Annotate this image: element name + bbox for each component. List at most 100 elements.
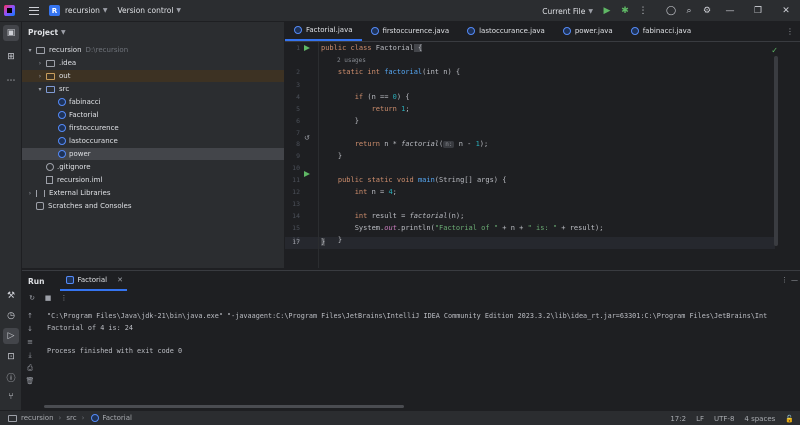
terminal-tool-icon[interactable]: ⊡ [3, 349, 19, 365]
settings-icon[interactable]: ⚙ [698, 0, 716, 22]
soft-wrap-icon[interactable]: ≡ [25, 337, 35, 347]
console-scrollbar[interactable] [44, 405, 404, 408]
tab-firstoccurence[interactable]: firstoccurence.java [362, 21, 459, 41]
more-tools-icon[interactable]: ⋯ [3, 73, 19, 89]
tab-label: fabinacci.java [642, 27, 692, 35]
close-icon[interactable]: ✕ [772, 0, 800, 22]
collapse-arrow-icon[interactable]: › [36, 73, 44, 80]
editor-scrollbar[interactable] [774, 56, 778, 246]
line-separator[interactable]: LF [696, 415, 704, 423]
run-panel: Run Factorial ✕ ⋮ — ↻ ■ ⋮ ↑ ↓ ≡ ⤓ ⎙ 🗑 "C… [22, 270, 800, 410]
tree-item-fabinacci[interactable]: fabinacci [22, 96, 284, 108]
breadcrumb: recursion › src › Factorial [4, 414, 132, 422]
run-class-icon[interactable] [304, 45, 310, 51]
line-number: 4 [296, 93, 300, 101]
debug-icon[interactable]: ✱ [616, 0, 634, 22]
line-number: 10 [292, 164, 300, 172]
more-icon[interactable]: ⋮ [58, 292, 70, 304]
tree-item-src[interactable]: ▾ src [22, 83, 284, 95]
tab-factorial[interactable]: Factorial.java [285, 21, 362, 41]
profile-icon[interactable]: ◯ [662, 0, 680, 22]
rerun-icon[interactable]: ↻ [26, 292, 38, 304]
scroll-up-icon[interactable]: ↑ [25, 311, 35, 321]
breadcrumb-item[interactable]: Factorial [102, 414, 132, 422]
tree-item-idea[interactable]: › .idea [22, 57, 284, 69]
expand-arrow-icon[interactable]: ▾ [26, 47, 34, 54]
project-badge[interactable]: R [49, 5, 60, 16]
tree-item-gitignore[interactable]: .gitignore [22, 161, 284, 173]
vcs-switcher[interactable]: Version control ▼ [112, 0, 186, 22]
tree-item-label: fabinacci [69, 98, 101, 106]
line-number: 8 [296, 140, 300, 148]
tree-root[interactable]: ▾ recursion D:\recursion [22, 44, 284, 56]
lock-icon[interactable]: 🔓 [785, 415, 794, 423]
folder-icon [8, 414, 17, 422]
java-class-icon [294, 26, 302, 34]
project-name: recursion [65, 6, 100, 15]
java-class-icon [58, 98, 66, 106]
restore-icon[interactable]: ❐ [744, 0, 772, 22]
minimize-panel-icon[interactable]: — [791, 276, 798, 284]
scroll-to-end-icon[interactable]: ⤓ [25, 350, 35, 360]
run-icon[interactable]: ▶ [598, 0, 616, 22]
more-options-icon[interactable]: ⋮ [781, 276, 788, 284]
tree-item-firstoccurence[interactable]: firstoccurence [22, 122, 284, 134]
tree-item-power[interactable]: power [22, 148, 284, 160]
problems-tool-icon[interactable]: ⓘ [3, 369, 19, 385]
run-main-icon[interactable] [304, 171, 310, 177]
services-tool-icon[interactable]: ◷ [3, 308, 19, 324]
run-config-label: Current File [542, 6, 586, 16]
tab-fabinacci[interactable]: fabinacci.java [622, 21, 700, 41]
code-line: int n = 4; [354, 188, 397, 196]
tree-item-scratches[interactable]: Scratches and Consoles [22, 200, 284, 212]
project-tool-icon[interactable]: ▣ [3, 25, 19, 41]
chevron-right-icon: › [58, 414, 62, 422]
more-icon[interactable]: ⋮ [634, 0, 652, 22]
build-tool-icon[interactable]: ⚒ [3, 288, 19, 304]
print-icon[interactable]: ⎙ [25, 363, 35, 373]
run-tab-factorial[interactable]: Factorial ✕ [60, 271, 127, 291]
usages-hint[interactable]: 2 usages [337, 57, 366, 64]
tree-item-label: .gitignore [57, 163, 91, 171]
tree-item-lastoccurance[interactable]: lastoccurance [22, 135, 284, 147]
tab-options-icon[interactable]: ⋮ [786, 27, 794, 36]
project-switcher[interactable]: recursion ▼ [60, 0, 112, 22]
current-line-highlight [285, 237, 775, 249]
file-encoding[interactable]: UTF-8 [714, 415, 734, 423]
breadcrumb-item[interactable]: src [66, 414, 76, 422]
run-toolbar: ↻ ■ ⋮ [22, 291, 800, 305]
run-tool-icon[interactable]: ▷ [3, 328, 19, 344]
minimize-icon[interactable]: — [716, 0, 744, 22]
close-icon[interactable]: ✕ [117, 276, 123, 284]
tab-power[interactable]: power.java [554, 21, 622, 41]
tree-item-factorial[interactable]: Factorial [22, 109, 284, 121]
line-number: 12 [292, 188, 300, 196]
code-line: return n * factorial(n: n - 1); [354, 140, 489, 148]
collapse-arrow-icon[interactable]: › [26, 190, 34, 197]
breadcrumb-item[interactable]: recursion [21, 414, 54, 422]
no-problems-icon[interactable]: ✓ [771, 46, 778, 55]
git-tool-icon[interactable]: ⑂ [3, 389, 19, 405]
search-icon[interactable]: ⌕ [680, 0, 698, 22]
recursive-call-icon: ↺ [304, 134, 310, 142]
run-config-selector[interactable]: Current File ▼ [537, 0, 598, 22]
code-editor[interactable]: 1 2 3 4 5 6 7 8 9 10 11 12 13 14 15 16 1… [285, 42, 800, 268]
line-number: 11 [292, 176, 300, 184]
tree-item-iml[interactable]: recursion.iml [22, 174, 284, 186]
indent-setting[interactable]: 4 spaces [744, 415, 775, 423]
trash-icon[interactable]: 🗑 [25, 376, 35, 386]
caret-position[interactable]: 17:2 [670, 415, 686, 423]
structure-tool-icon[interactable]: ⊞ [3, 49, 19, 65]
expand-arrow-icon[interactable]: ▾ [36, 86, 44, 93]
main-menu-icon[interactable] [29, 6, 39, 15]
collapse-arrow-icon[interactable]: › [36, 60, 44, 67]
tab-lastoccurance[interactable]: lastoccurance.java [458, 21, 554, 41]
tree-item-out[interactable]: › out [22, 70, 284, 82]
tree-item-external-libraries[interactable]: › External Libraries [22, 187, 284, 199]
line-number-current: 17 [292, 238, 300, 246]
app-logo [4, 5, 15, 16]
scroll-down-icon[interactable]: ↓ [25, 324, 35, 334]
code-line: public class Factorial { [321, 44, 423, 52]
stop-icon[interactable]: ■ [42, 292, 54, 304]
chevron-down-icon[interactable]: ▼ [61, 29, 66, 36]
